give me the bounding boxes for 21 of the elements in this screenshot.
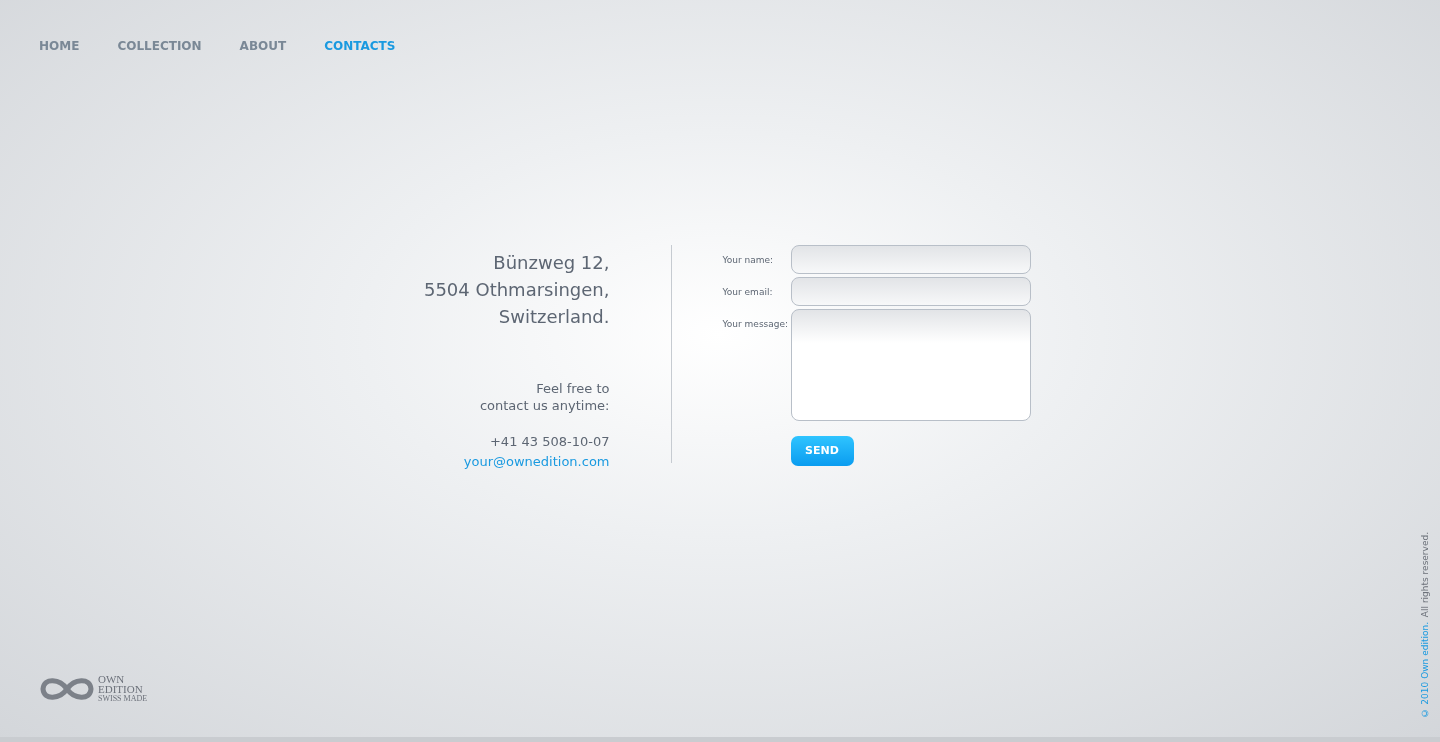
address-text: Bünzweg 12, 5504 Othmarsingen, Switzerland. <box>423 251 610 329</box>
logo-text: EDITION <box>98 684 144 694</box>
field-label: Your name: <box>722 254 775 267</box>
nav-link[interactable]: HOME <box>39 37 80 55</box>
logo-text: OWN <box>98 674 126 684</box>
invite-text: Feel free to contact us anytime: <box>479 380 610 414</box>
phone-text: +41 43 508-10-07 <box>489 433 610 451</box>
input-field[interactable] <box>790 245 1031 274</box>
field-label: Your email: <box>722 286 774 299</box>
message-field[interactable] <box>790 309 1031 421</box>
nav-link[interactable]: CONTACTS <box>324 37 396 55</box>
rights-text: All rights reserved. <box>1418 532 1431 618</box>
send-button[interactable]: SEND <box>790 436 854 466</box>
field-label: Your message: <box>722 318 790 331</box>
nav-link[interactable]: ABOUT <box>239 37 287 55</box>
nav-link[interactable]: COLLECTION <box>117 37 202 55</box>
input-field[interactable] <box>790 277 1031 306</box>
infinity-logo-icon <box>40 675 94 703</box>
email-link[interactable]: your@ownedition.com <box>463 451 610 471</box>
logo-text: SWISS MADE <box>98 694 148 704</box>
copyright-text: © 2010 Own edition. <box>1418 621 1431 717</box>
